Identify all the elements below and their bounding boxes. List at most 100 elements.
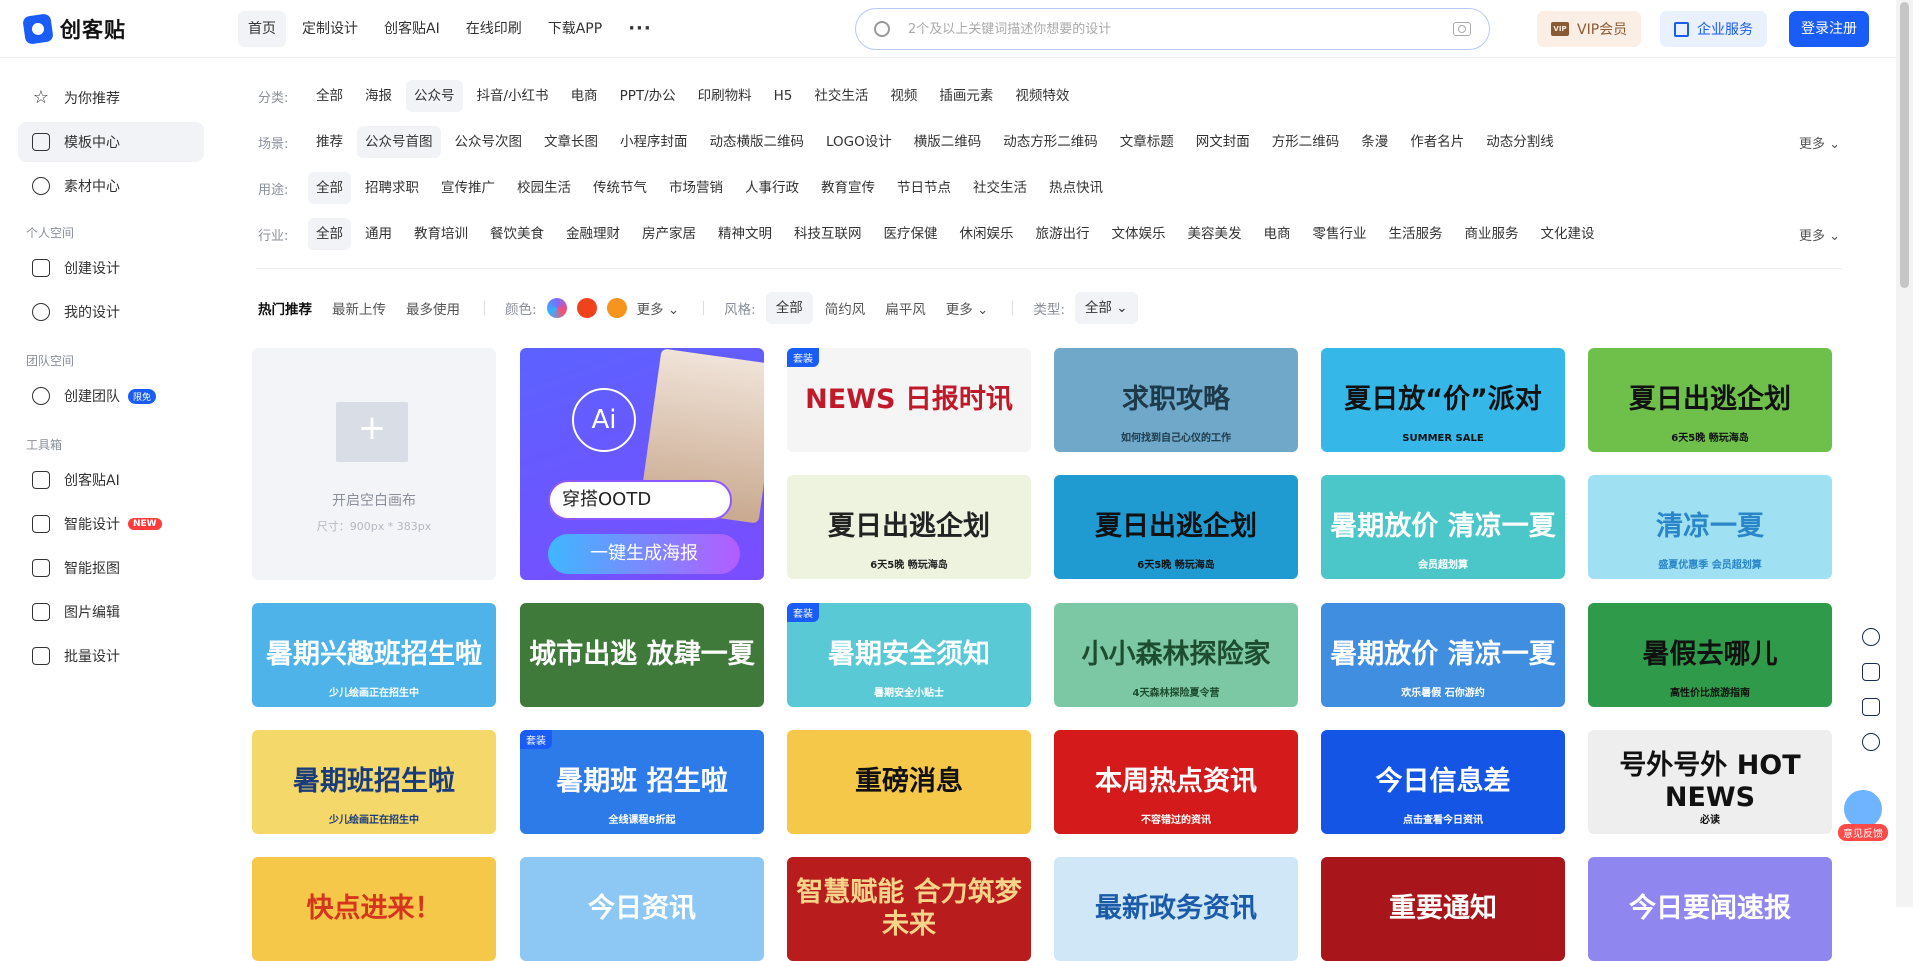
- filter-chip-scene[interactable]: 方形二维码: [1264, 126, 1348, 158]
- filter-chip-category[interactable]: 全部: [308, 80, 351, 112]
- search-icon[interactable]: [874, 21, 890, 37]
- image-search-icon[interactable]: [1453, 22, 1471, 36]
- filter-chip-scene[interactable]: 小程序封面: [612, 126, 696, 158]
- style-minimal[interactable]: 简约风: [825, 298, 866, 318]
- download-icon[interactable]: [1862, 663, 1880, 681]
- template-card[interactable]: 今日资讯: [520, 857, 764, 961]
- filter-chip-industry[interactable]: 美容美发: [1180, 218, 1250, 250]
- template-card[interactable]: 求职攻略 如何找到自己心仪的工作: [1054, 348, 1298, 452]
- template-card[interactable]: 暑假去哪儿 高性价比旅游指南: [1588, 603, 1832, 707]
- ai-generate-card[interactable]: Ai 穿搭OOTD 一键生成海报: [520, 348, 764, 580]
- template-card[interactable]: 本周热点资讯 不容错过的资讯: [1054, 730, 1298, 834]
- filter-chip-scene[interactable]: 动态分割线: [1478, 126, 1562, 158]
- blank-canvas-card[interactable]: 开启空白画布 尺寸：900px * 383px: [252, 348, 496, 580]
- color-more-button[interactable]: 更多 ⌄: [637, 298, 680, 318]
- template-card[interactable]: 小小森林探险家 4天森林探险夏令营: [1054, 603, 1298, 707]
- filter-chip-industry[interactable]: 教育培训: [406, 218, 476, 250]
- filter-chip-scene[interactable]: 条漫: [1353, 126, 1396, 158]
- style-more-button[interactable]: 更多 ⌄: [946, 298, 989, 318]
- filter-chip-purpose[interactable]: 全部: [308, 172, 351, 204]
- filter-chip-category[interactable]: 插画元素: [931, 80, 1001, 112]
- filter-chip-category[interactable]: 电商: [563, 80, 606, 112]
- template-card[interactable]: 清凉一夏 盛夏优惠季 会员超划算: [1588, 475, 1832, 579]
- nav-home[interactable]: 首页: [238, 11, 286, 47]
- template-card[interactable]: 夏日出逃企划 6天5晚 畅玩海岛: [1054, 475, 1298, 579]
- sidebar-item-batch-design[interactable]: 批量设计: [18, 636, 204, 676]
- filter-chip-purpose[interactable]: 宣传推广: [433, 172, 503, 204]
- filter-chip-category[interactable]: 视频特效: [1007, 80, 1077, 112]
- style-flat[interactable]: 扁平风: [885, 298, 926, 318]
- nav-more-icon[interactable]: ···: [618, 11, 662, 47]
- sort-most-used[interactable]: 最多使用: [406, 298, 460, 318]
- filter-chip-category[interactable]: 社交生活: [806, 80, 876, 112]
- template-card[interactable]: 号外号外 HOT NEWS 必读: [1588, 730, 1832, 834]
- nav-print[interactable]: 在线印刷: [456, 11, 532, 47]
- sidebar-item-templates[interactable]: 模板中心: [18, 122, 204, 162]
- filter-chip-scene[interactable]: 动态方形二维码: [995, 126, 1106, 158]
- filter-chip-scene[interactable]: 文章标题: [1112, 126, 1182, 158]
- filter-chip-industry[interactable]: 科技互联网: [786, 218, 870, 250]
- sidebar-item-ai[interactable]: 创客贴AI: [18, 460, 204, 500]
- template-card[interactable]: 最新政务资讯: [1054, 857, 1298, 961]
- sidebar-item-image-edit[interactable]: 图片编辑: [18, 592, 204, 632]
- filter-chip-purpose[interactable]: 校园生活: [509, 172, 579, 204]
- filter-chip-scene[interactable]: 公众号次图: [447, 126, 531, 158]
- search-input[interactable]: [908, 21, 1453, 37]
- filter-chip-purpose[interactable]: 人事行政: [737, 172, 807, 204]
- sidebar-item-my-designs[interactable]: 我的设计: [18, 292, 204, 332]
- filter-chip-scene[interactable]: 文章长图: [536, 126, 606, 158]
- filter-chip-industry[interactable]: 通用: [357, 218, 400, 250]
- color-swatch-gradient[interactable]: [546, 298, 567, 318]
- filter-chip-scene[interactable]: 作者名片: [1402, 126, 1472, 158]
- template-card[interactable]: 城市出逃 放肆一夏: [520, 603, 764, 707]
- filter-chip-industry[interactable]: 文体娱乐: [1104, 218, 1174, 250]
- template-card[interactable]: 夏日出逃企划 6天5晚 畅玩海岛: [1588, 348, 1832, 452]
- template-card[interactable]: 暑期放价 清凉一夏 会员超划算: [1321, 475, 1565, 579]
- filter-chip-scene[interactable]: 动态横版二维码: [702, 126, 813, 158]
- sidebar-item-recommend[interactable]: ☆ 为你推荐: [18, 78, 204, 118]
- template-card[interactable]: 套装 暑期安全须知 暑期安全小贴士: [787, 603, 1031, 707]
- filter-chip-industry[interactable]: 金融理财: [558, 218, 628, 250]
- login-button[interactable]: 登录注册: [1789, 11, 1869, 47]
- ai-prompt-input[interactable]: 穿搭OOTD: [548, 480, 732, 520]
- template-card[interactable]: 重要通知: [1321, 857, 1565, 961]
- color-swatch-red[interactable]: [576, 298, 597, 318]
- template-card[interactable]: 暑期班招生啦 少儿绘画正在招生中: [252, 730, 496, 834]
- filter-chip-category[interactable]: 抖音/小红书: [469, 80, 557, 112]
- template-card[interactable]: 智慧赋能 合力筑梦未来: [787, 857, 1031, 961]
- nav-custom-design[interactable]: 定制设计: [292, 11, 368, 47]
- filter-chip-purpose[interactable]: 社交生活: [965, 172, 1035, 204]
- type-select[interactable]: 全部 ⌄: [1074, 292, 1138, 324]
- filter-chip-purpose[interactable]: 热点快讯: [1041, 172, 1111, 204]
- template-card[interactable]: 快点进来！: [252, 857, 496, 961]
- scene-more-button[interactable]: 更多 ⌄: [1799, 133, 1840, 152]
- filter-chip-category[interactable]: 印刷物料: [690, 80, 760, 112]
- filter-chip-category[interactable]: 公众号: [406, 80, 463, 112]
- filter-chip-industry[interactable]: 零售行业: [1305, 218, 1375, 250]
- filter-chip-purpose[interactable]: 招聘求职: [357, 172, 427, 204]
- template-card[interactable]: 重磅消息: [787, 730, 1031, 834]
- filter-chip-industry[interactable]: 电商: [1256, 218, 1299, 250]
- filter-chip-industry[interactable]: 文化建设: [1533, 218, 1603, 250]
- filter-chip-scene[interactable]: 公众号首图: [357, 126, 441, 158]
- favorite-icon[interactable]: [1862, 628, 1880, 646]
- scrollbar[interactable]: [1896, 0, 1913, 907]
- nav-ai[interactable]: 创客贴AI: [374, 11, 450, 47]
- filter-chip-scene[interactable]: 网文封面: [1188, 126, 1258, 158]
- template-card[interactable]: 今日信息差 点击查看今日资讯: [1321, 730, 1565, 834]
- template-card[interactable]: 暑期放价 清凉一夏 欢乐暑假 石你游约: [1321, 603, 1565, 707]
- filter-chip-scene[interactable]: LOGO设计: [818, 126, 900, 158]
- history-icon[interactable]: [1862, 698, 1880, 716]
- filter-chip-industry[interactable]: 旅游出行: [1028, 218, 1098, 250]
- filter-chip-purpose[interactable]: 市场营销: [661, 172, 731, 204]
- filter-chip-category[interactable]: H5: [766, 80, 801, 112]
- filter-chip-purpose[interactable]: 传统节气: [585, 172, 655, 204]
- feedback-widget[interactable]: 意见反馈: [1838, 788, 1888, 841]
- nav-download-app[interactable]: 下载APP: [538, 11, 612, 47]
- template-card[interactable]: 暑期兴趣班招生啦 少儿绘画正在招生中: [252, 603, 496, 707]
- template-card[interactable]: 夏日出逃企划 6天5晚 畅玩海岛: [787, 475, 1031, 579]
- template-card[interactable]: 套装 暑期班 招生啦 全线课程8折起: [520, 730, 764, 834]
- sidebar-item-create-design[interactable]: 创建设计: [18, 248, 204, 288]
- filter-chip-industry[interactable]: 商业服务: [1457, 218, 1527, 250]
- filter-chip-industry[interactable]: 全部: [308, 218, 351, 250]
